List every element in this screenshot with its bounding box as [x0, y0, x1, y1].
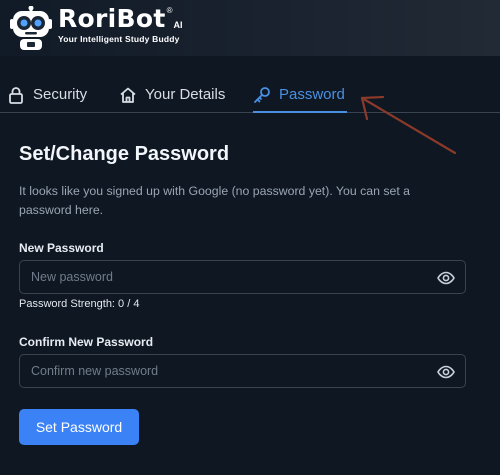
lock-icon: [9, 86, 23, 104]
confirm-password-field-wrapper: [19, 354, 466, 388]
eye-icon[interactable]: [437, 363, 455, 381]
set-password-button[interactable]: Set Password: [19, 409, 139, 445]
confirm-password-label: Confirm New Password: [19, 335, 154, 349]
tab-security[interactable]: Security: [7, 76, 87, 113]
tab-your-details[interactable]: Your Details: [119, 76, 225, 113]
robot-icon: [10, 6, 52, 50]
new-password-field-wrapper: [19, 260, 466, 294]
brand-suffix: AI: [173, 20, 183, 30]
brand-logo[interactable]: RoriBot ® AI Your Intelligent Study Budd…: [10, 6, 183, 50]
tab-your-details-label: Your Details: [145, 86, 226, 103]
key-icon: [254, 86, 270, 103]
tab-password-label: Password: [279, 86, 345, 103]
home-icon: [120, 87, 136, 103]
registered-mark: ®: [166, 6, 173, 15]
brand-tagline: Your Intelligent Study Buddy: [58, 34, 180, 44]
password-strength-text: Password Strength: 0 / 4: [19, 298, 140, 310]
tab-security-label: Security: [33, 86, 88, 103]
tab-password[interactable]: Password: [253, 76, 345, 113]
eye-icon[interactable]: [437, 269, 455, 287]
brand-name: RoriBot: [58, 4, 166, 33]
page-description: It looks like you signed up with Google …: [19, 184, 410, 217]
page-title: Set/Change Password: [19, 143, 230, 165]
new-password-input[interactable]: [20, 261, 465, 293]
app-header: RoriBot ® AI Your Intelligent Study Budd…: [0, 0, 500, 56]
annotation-arrow-icon: [360, 95, 457, 155]
new-password-label: New Password: [19, 241, 104, 255]
confirm-password-input[interactable]: [20, 355, 465, 387]
active-tab-indicator: [253, 111, 347, 113]
account-settings-page: RoriBot ® AI Your Intelligent Study Budd…: [0, 0, 500, 475]
